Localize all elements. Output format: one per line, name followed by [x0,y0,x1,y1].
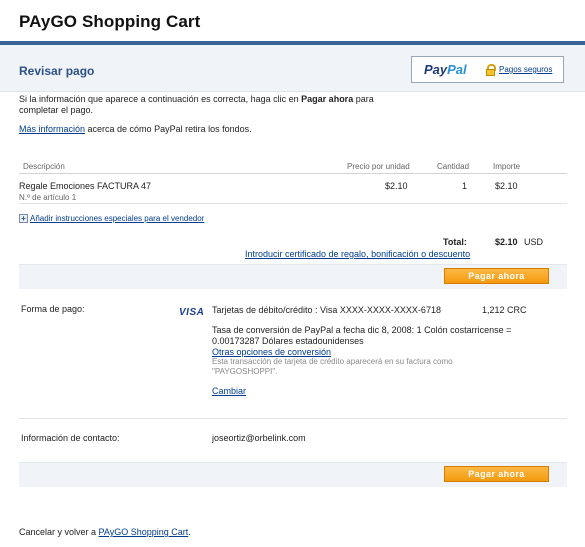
cancel-text: Cancelar y volver a [19,527,99,537]
paypal-logo-part1: Pay [424,62,448,77]
intro-text: Si la información que aparece a continua… [19,94,379,116]
change-payment-link[interactable]: Cambiar [212,386,246,396]
total-label: Total: [443,237,467,247]
cancel-period: . [188,527,191,537]
column-header-description: Descripción [23,162,65,171]
item-divider [19,203,567,204]
more-info-text: acerca de cómo PayPal retira los fondos. [85,124,252,134]
conversion-rate-text: Tasa de conversión de PayPal a fecha dic… [212,325,512,346]
item-name: Regale Emociones FACTURA 47 [19,181,152,191]
visa-icon: VISA [179,307,205,318]
total-currency: USD [524,237,544,247]
cancel-line: Cancelar y volver a PAyGO Shopping Cart. [19,527,191,537]
more-info-link[interactable]: Más información [19,124,85,134]
card-description: Tarjetas de débito/crédito : Visa XXXX-X… [212,305,441,315]
payment-method-label: Forma de pago: [21,304,85,314]
paypal-logo-part2: Pal [447,62,467,77]
page-title: Revisar pago [19,64,95,78]
paypal-secure-badge: PayPal Pagos seguros [411,56,564,83]
conversion-options-link[interactable]: Otras opciones de conversión [212,347,331,357]
intro-text-start: Si la información que aparece a continua… [19,94,302,104]
contact-email: joseortiz@orbelink.com [212,433,306,443]
items-table-header: Descripción Precio por unidad Cantidad I… [19,157,567,174]
contact-info-label: Información de contacto: [21,433,120,443]
column-header-amount: Importe [493,162,521,171]
statement-note: Esta transacción de tarjeta de crédito a… [212,357,453,376]
more-info-line: Más información acerca de cómo PayPal re… [19,124,252,134]
item-amount: $2.10 [495,181,518,191]
total-value: $2.10 [495,237,518,247]
column-header-unit-price: Precio por unidad [347,162,410,171]
item-number: N.º de artículo 1 [19,193,77,202]
item-unit-price: $2.10 [385,181,408,191]
paypal-logo: PayPal [424,62,467,77]
card-amount: 1,212 CRC [482,305,527,315]
pay-action-band-top: Pagar ahora [19,264,567,289]
return-to-store-link[interactable]: PAyGO Shopping Cart [99,527,189,537]
section-divider [19,418,567,419]
secure-payments-link[interactable]: Pagos seguros [499,65,552,74]
vendor-instructions-link[interactable]: Añadir instrucciones especiales para el … [30,214,204,223]
pay-action-band-bottom: Pagar ahora [19,462,567,487]
pay-now-button-top[interactable]: Pagar ahora [444,268,549,284]
site-title: PAyGO Shopping Cart [19,12,201,31]
column-header-quantity: Cantidad [437,162,470,171]
pay-now-button-bottom[interactable]: Pagar ahora [444,466,549,482]
lock-icon [486,64,496,76]
item-quantity: 1 [462,181,468,191]
intro-text-bold: Pagar ahora [301,94,354,104]
gift-certificate-link[interactable]: Introducir certificado de regalo, bonifi… [245,249,470,259]
plus-icon[interactable]: + [19,214,28,223]
